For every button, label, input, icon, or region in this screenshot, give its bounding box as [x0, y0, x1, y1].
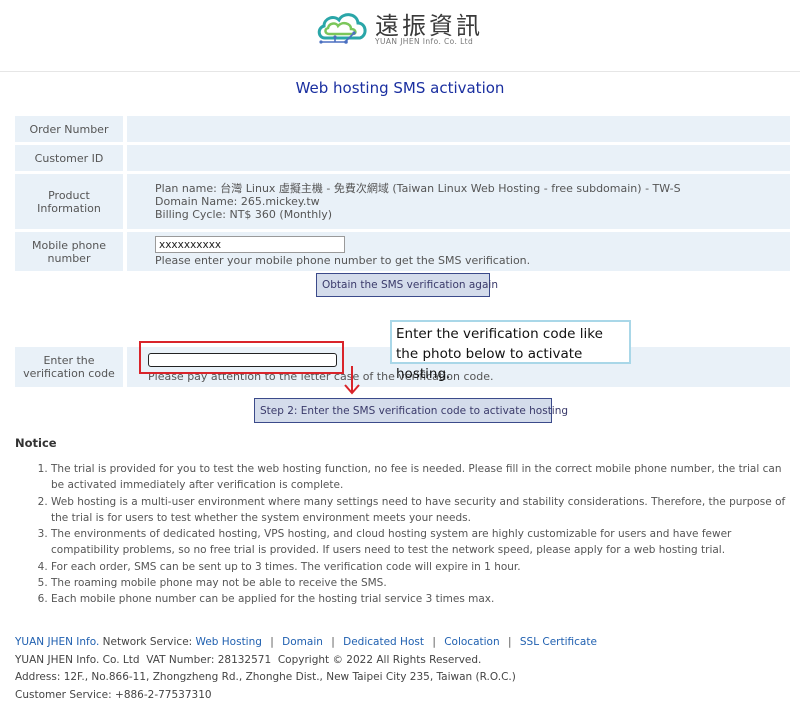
product-info-row: Product Information Plan name: 台灣 Linux … [15, 174, 790, 229]
instruction-callout: Enter the verification code like the pho… [390, 320, 631, 382]
company-info: YUAN JHEN Info. Co. Ltd VAT Number: 2813… [15, 653, 482, 666]
logo-name: 遠振資訊 [375, 12, 483, 40]
mobile-phone-cell: Please enter your mobile phone number to… [127, 232, 790, 271]
network-service-label: Network Service: [102, 636, 193, 648]
mobile-phone-label: Mobile phone number [15, 232, 123, 271]
domain-name: Domain Name: 265.mickey.tw [155, 195, 320, 208]
company-address: Address: 12F., No.866-11, Zhongzheng Rd.… [15, 671, 516, 683]
plan-name: Plan name: 台灣 Linux 虛擬主機 - 免費次網域 (Taiwan… [155, 182, 681, 195]
footer-link-colocation[interactable]: Colocation [444, 636, 499, 648]
footer-link-dedicated-host[interactable]: Dedicated Host [343, 636, 424, 648]
page-title: Web hosting SMS activation [295, 79, 505, 97]
separator: | [270, 636, 274, 648]
footer-brand-link[interactable]: YUAN JHEN Info. [15, 636, 99, 648]
mobile-phone-input[interactable] [155, 236, 345, 253]
billing-cycle: Billing Cycle: NT$ 360 (Monthly) [155, 208, 333, 221]
footer-link-domain[interactable]: Domain [282, 636, 323, 648]
activate-hosting-button[interactable]: Step 2: Enter the SMS verification code … [254, 398, 568, 423]
mobile-phone-hint: Please enter your mobile phone number to… [155, 254, 531, 267]
order-number-value [127, 116, 790, 142]
resend-sms-button[interactable]: Obtain the SMS verification again [316, 273, 498, 297]
notice-list: The trial is provided for you to test th… [38, 461, 790, 608]
cell-gap [123, 347, 127, 387]
notice-item: The roaming mobile phone may not be able… [51, 575, 790, 591]
notice-item: The environments of dedicated hosting, V… [51, 526, 790, 559]
product-info-label: Product Information [15, 174, 123, 229]
highlight-box [139, 341, 344, 374]
separator: | [432, 636, 436, 648]
site-header: 遠振資訊 YUAN JHEN Info. Co. Ltd [0, 0, 800, 72]
separator: | [507, 636, 512, 648]
product-info-value: Plan name: 台灣 Linux 虛擬主機 - 免費次網域 (Taiwan… [127, 174, 790, 229]
footer-link-ssl[interactable]: SSL Certificate [520, 636, 597, 648]
cloud-logo-icon [317, 13, 367, 44]
customer-service: Customer Service: +886-2-77537310 [15, 688, 212, 701]
order-number-row: Order Number [15, 116, 790, 142]
company-logo[interactable]: 遠振資訊 YUAN JHEN Info. Co. Ltd [315, 6, 495, 50]
notice-title: Notice [15, 436, 57, 450]
verification-code-label: Enter the verification code [23, 354, 115, 380]
notice-item: Each mobile phone number can be applied … [51, 591, 790, 607]
logo-subtitle: YUAN JHEN Info. Co. Ltd [375, 37, 474, 46]
notice-item: The trial is provided for you to test th… [51, 461, 790, 494]
down-arrow-icon [344, 366, 360, 395]
order-number-label: Order Number [15, 116, 123, 142]
separator: | [331, 636, 335, 648]
customer-id-value [127, 145, 790, 171]
notice-item: Web hosting is a multi-user environment … [51, 494, 790, 527]
customer-id-row: Customer ID [15, 145, 790, 171]
footer-link-web-hosting[interactable]: Web Hosting [196, 636, 262, 648]
mobile-phone-row: Mobile phone number Please enter your mo… [15, 232, 790, 271]
activation-form-table: Order Number Customer ID Product Informa… [15, 113, 790, 274]
footer-nav: YUAN JHEN Info. Network Service: Web Hos… [15, 634, 790, 652]
customer-id-label: Customer ID [15, 145, 123, 171]
site-footer: YUAN JHEN Info. Network Service: Web Hos… [15, 634, 790, 704]
notice-item: For each order, SMS can be sent up to 3 … [51, 559, 790, 575]
